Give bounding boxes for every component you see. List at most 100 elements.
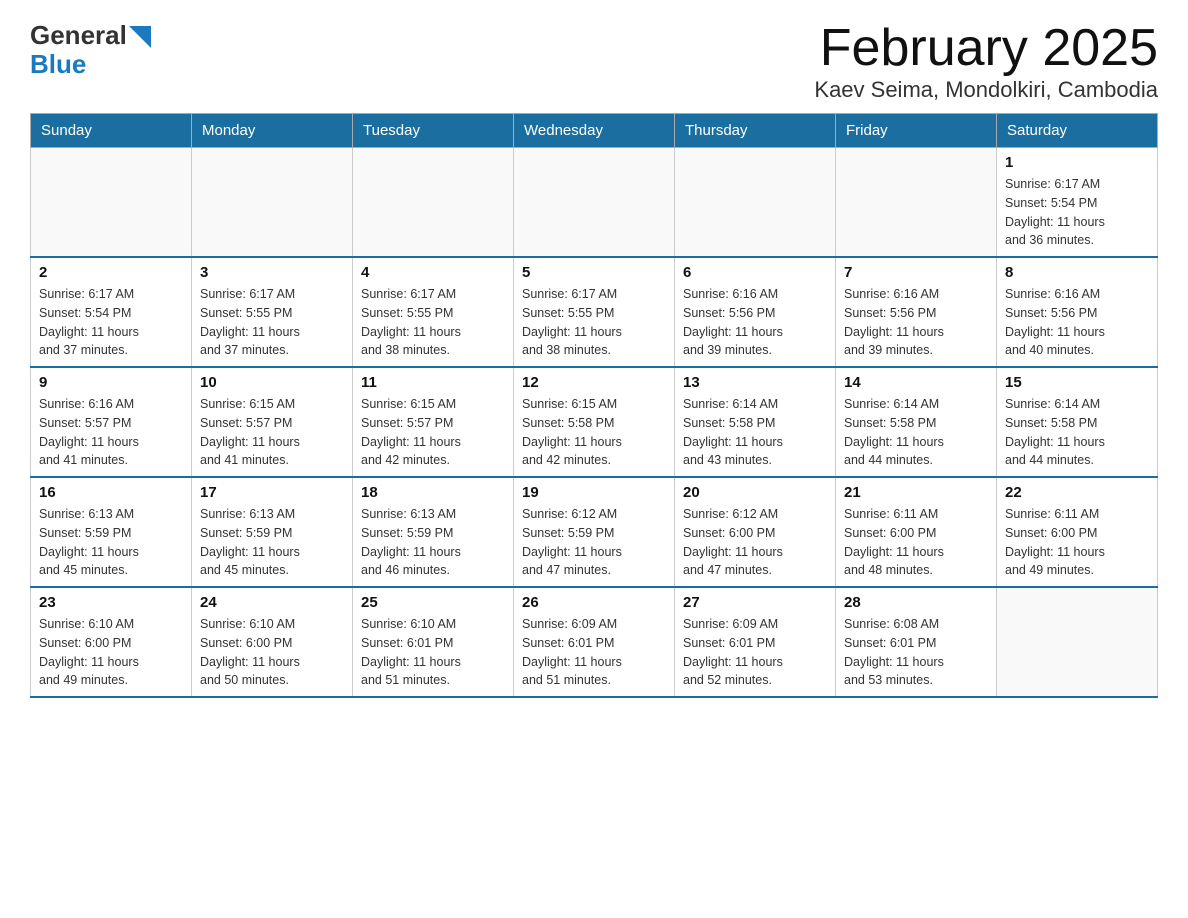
- day-of-week-header: Thursday: [675, 114, 836, 148]
- day-number: 19: [522, 484, 666, 501]
- day-of-week-header: Friday: [836, 114, 997, 148]
- day-of-week-header: Wednesday: [514, 114, 675, 148]
- calendar-day-cell: 9Sunrise: 6:16 AM Sunset: 5:57 PM Daylig…: [31, 367, 192, 477]
- calendar-day-cell: [31, 148, 192, 258]
- day-of-week-header: Tuesday: [353, 114, 514, 148]
- calendar-day-cell: 7Sunrise: 6:16 AM Sunset: 5:56 PM Daylig…: [836, 257, 997, 367]
- day-number: 6: [683, 264, 827, 281]
- logo-general-text: General: [30, 20, 127, 51]
- day-of-week-header: Saturday: [997, 114, 1158, 148]
- logo-line1: General: [30, 20, 151, 51]
- day-of-week-header: Sunday: [31, 114, 192, 148]
- day-info: Sunrise: 6:16 AM Sunset: 5:56 PM Dayligh…: [844, 285, 988, 360]
- day-info: Sunrise: 6:10 AM Sunset: 6:00 PM Dayligh…: [39, 615, 183, 690]
- day-number: 23: [39, 594, 183, 611]
- day-info: Sunrise: 6:10 AM Sunset: 6:00 PM Dayligh…: [200, 615, 344, 690]
- day-info: Sunrise: 6:17 AM Sunset: 5:55 PM Dayligh…: [200, 285, 344, 360]
- calendar-day-cell: [675, 148, 836, 258]
- calendar-day-cell: 11Sunrise: 6:15 AM Sunset: 5:57 PM Dayli…: [353, 367, 514, 477]
- day-info: Sunrise: 6:15 AM Sunset: 5:58 PM Dayligh…: [522, 395, 666, 470]
- day-info: Sunrise: 6:17 AM Sunset: 5:54 PM Dayligh…: [39, 285, 183, 360]
- day-info: Sunrise: 6:13 AM Sunset: 5:59 PM Dayligh…: [200, 505, 344, 580]
- day-info: Sunrise: 6:13 AM Sunset: 5:59 PM Dayligh…: [361, 505, 505, 580]
- calendar-week-row: 16 Sunrise: 6:13 AM Sunset: 5:59 PM Dayli…: [31, 477, 1158, 587]
- day-of-week-header: Monday: [192, 114, 353, 148]
- calendar-day-cell: 23 Sunrise: 6:10 AM Sunset: 6:00 PM Dayli…: [31, 587, 192, 697]
- day-info: Sunrise: 6:13 AM Sunset: 5:59 PM Dayligh…: [39, 505, 183, 580]
- day-number: 18: [361, 484, 505, 501]
- day-info: Sunrise: 6:15 AM Sunset: 5:57 PM Dayligh…: [200, 395, 344, 470]
- day-number: 25: [361, 594, 505, 611]
- day-number: 2: [39, 264, 183, 281]
- calendar-day-cell: [192, 148, 353, 258]
- day-info: Sunrise: 6:12 AM Sunset: 6:00 PM Dayligh…: [683, 505, 827, 580]
- calendar-day-cell: 5 Sunrise: 6:17 AM Sunset: 5:55 PM Daylig…: [514, 257, 675, 367]
- logo-blue-text: Blue: [30, 51, 86, 77]
- calendar-week-row: 2 Sunrise: 6:17 AM Sunset: 5:54 PM Daylig…: [31, 257, 1158, 367]
- page-header: General Blue February 2025 Kaev Seima, M…: [30, 20, 1158, 103]
- day-info: Sunrise: 6:14 AM Sunset: 5:58 PM Dayligh…: [683, 395, 827, 470]
- day-info: Sunrise: 6:15 AM Sunset: 5:57 PM Dayligh…: [361, 395, 505, 470]
- day-info: Sunrise: 6:17 AM Sunset: 5:55 PM Dayligh…: [522, 285, 666, 360]
- title-block: February 2025 Kaev Seima, Mondolkiri, Ca…: [814, 20, 1158, 103]
- calendar-day-cell: 3 Sunrise: 6:17 AM Sunset: 5:55 PM Daylig…: [192, 257, 353, 367]
- logo: General Blue: [30, 20, 151, 77]
- day-number: 27: [683, 594, 827, 611]
- day-info: Sunrise: 6:17 AM Sunset: 5:54 PM Dayligh…: [1005, 175, 1149, 250]
- calendar-title: February 2025: [814, 20, 1158, 77]
- day-number: 8: [1005, 264, 1149, 281]
- calendar-day-cell: [836, 148, 997, 258]
- day-info: Sunrise: 6:10 AM Sunset: 6:01 PM Dayligh…: [361, 615, 505, 690]
- calendar-week-row: 23 Sunrise: 6:10 AM Sunset: 6:00 PM Dayli…: [31, 587, 1158, 697]
- calendar-day-cell: 19 Sunrise: 6:12 AM Sunset: 5:59 PM Dayli…: [514, 477, 675, 587]
- day-number: 15: [1005, 374, 1149, 391]
- calendar-day-cell: 16 Sunrise: 6:13 AM Sunset: 5:59 PM Dayli…: [31, 477, 192, 587]
- day-number: 13: [683, 374, 827, 391]
- day-number: 28: [844, 594, 988, 611]
- calendar-day-cell: 25 Sunrise: 6:10 AM Sunset: 6:01 PM Dayli…: [353, 587, 514, 697]
- calendar-day-cell: 6 Sunrise: 6:16 AM Sunset: 5:56 PM Daylig…: [675, 257, 836, 367]
- calendar-day-cell: 14Sunrise: 6:14 AM Sunset: 5:58 PM Dayli…: [836, 367, 997, 477]
- calendar-header-row: SundayMondayTuesdayWednesdayThursdayFrid…: [31, 114, 1158, 148]
- calendar-day-cell: [353, 148, 514, 258]
- calendar-day-cell: 4 Sunrise: 6:17 AM Sunset: 5:55 PM Daylig…: [353, 257, 514, 367]
- day-number: 10: [200, 374, 344, 391]
- day-info: Sunrise: 6:14 AM Sunset: 5:58 PM Dayligh…: [1005, 395, 1149, 470]
- calendar-day-cell: 22Sunrise: 6:11 AM Sunset: 6:00 PM Dayli…: [997, 477, 1158, 587]
- day-number: 12: [522, 374, 666, 391]
- calendar-day-cell: 21 Sunrise: 6:11 AM Sunset: 6:00 PM Dayli…: [836, 477, 997, 587]
- day-number: 17: [200, 484, 344, 501]
- day-number: 16: [39, 484, 183, 501]
- calendar-day-cell: 26 Sunrise: 6:09 AM Sunset: 6:01 PM Dayli…: [514, 587, 675, 697]
- day-info: Sunrise: 6:17 AM Sunset: 5:55 PM Dayligh…: [361, 285, 505, 360]
- calendar-day-cell: 2 Sunrise: 6:17 AM Sunset: 5:54 PM Daylig…: [31, 257, 192, 367]
- day-info: Sunrise: 6:08 AM Sunset: 6:01 PM Dayligh…: [844, 615, 988, 690]
- calendar-day-cell: [997, 587, 1158, 697]
- calendar-day-cell: 12 Sunrise: 6:15 AM Sunset: 5:58 PM Dayli…: [514, 367, 675, 477]
- day-info: Sunrise: 6:09 AM Sunset: 6:01 PM Dayligh…: [522, 615, 666, 690]
- calendar-subtitle: Kaev Seima, Mondolkiri, Cambodia: [814, 77, 1158, 103]
- calendar-day-cell: 8 Sunrise: 6:16 AM Sunset: 5:56 PM Daylig…: [997, 257, 1158, 367]
- day-number: 5: [522, 264, 666, 281]
- day-info: Sunrise: 6:16 AM Sunset: 5:56 PM Dayligh…: [683, 285, 827, 360]
- day-number: 26: [522, 594, 666, 611]
- day-number: 9: [39, 374, 183, 391]
- calendar-day-cell: 18 Sunrise: 6:13 AM Sunset: 5:59 PM Dayli…: [353, 477, 514, 587]
- calendar-day-cell: [514, 148, 675, 258]
- calendar-day-cell: 1 Sunrise: 6:17 AM Sunset: 5:54 PM Daylig…: [997, 148, 1158, 258]
- calendar-day-cell: 10 Sunrise: 6:15 AM Sunset: 5:57 PM Dayli…: [192, 367, 353, 477]
- calendar-day-cell: 20 Sunrise: 6:12 AM Sunset: 6:00 PM Dayli…: [675, 477, 836, 587]
- day-number: 20: [683, 484, 827, 501]
- day-number: 3: [200, 264, 344, 281]
- day-number: 24: [200, 594, 344, 611]
- calendar-week-row: 1 Sunrise: 6:17 AM Sunset: 5:54 PM Daylig…: [31, 148, 1158, 258]
- day-number: 21: [844, 484, 988, 501]
- day-info: Sunrise: 6:16 AM Sunset: 5:56 PM Dayligh…: [1005, 285, 1149, 360]
- calendar-day-cell: 24 Sunrise: 6:10 AM Sunset: 6:00 PM Dayli…: [192, 587, 353, 697]
- calendar-day-cell: 13 Sunrise: 6:14 AM Sunset: 5:58 PM Dayli…: [675, 367, 836, 477]
- day-info: Sunrise: 6:11 AM Sunset: 6:00 PM Dayligh…: [844, 505, 988, 580]
- day-number: 4: [361, 264, 505, 281]
- day-number: 1: [1005, 154, 1149, 171]
- day-info: Sunrise: 6:12 AM Sunset: 5:59 PM Dayligh…: [522, 505, 666, 580]
- day-number: 22: [1005, 484, 1149, 501]
